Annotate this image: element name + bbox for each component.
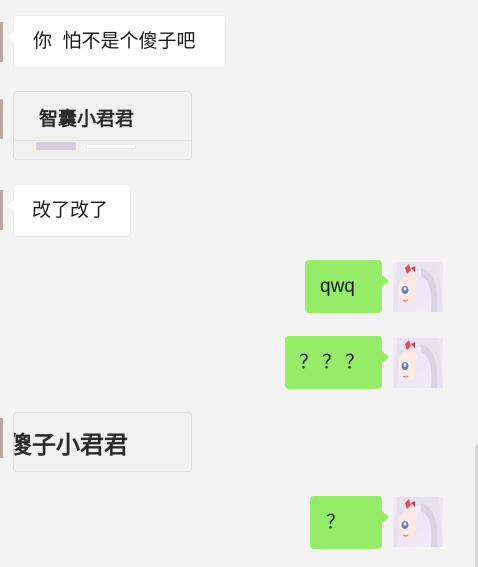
anime-girl-avatar-icon	[393, 338, 443, 388]
sticker-figure	[86, 144, 136, 149]
sender-avatar-edge[interactable]	[0, 418, 3, 458]
anime-girl-avatar-icon	[393, 497, 443, 547]
self-avatar[interactable]	[393, 497, 443, 547]
outgoing-message-bubble[interactable]: ？？？	[285, 336, 382, 389]
bubble-tail	[7, 200, 14, 212]
message-text: qwq	[320, 276, 355, 297]
sticker-image[interactable]: 傻子小君君	[13, 412, 192, 472]
anime-girl-avatar-icon	[393, 262, 443, 312]
bubble-tail	[382, 275, 389, 287]
outgoing-message-bubble[interactable]: qwq	[305, 260, 382, 313]
bubble-tail	[382, 351, 389, 363]
sticker-caption: 智囊小君君	[39, 109, 135, 130]
incoming-message-bubble[interactable]: 改了改了	[13, 184, 131, 237]
message-text: 你 怕不是个傻子吧	[33, 31, 196, 52]
sender-avatar-edge[interactable]	[0, 190, 3, 230]
sticker-figure	[36, 142, 76, 150]
outgoing-message-bubble[interactable]: ？	[310, 496, 382, 549]
message-text: ？？？	[299, 352, 369, 373]
sticker-caption: 傻子小君君	[13, 432, 128, 459]
message-text: 改了改了	[32, 200, 109, 221]
bubble-tail	[7, 31, 14, 43]
self-avatar[interactable]	[393, 262, 443, 312]
sticker-image[interactable]: 智囊小君君	[13, 91, 192, 160]
self-avatar[interactable]	[393, 338, 443, 388]
message-text: ？	[326, 512, 346, 533]
bubble-tail	[382, 511, 389, 523]
sticker-divider	[14, 140, 191, 141]
sender-avatar-edge[interactable]	[0, 99, 3, 139]
incoming-message-bubble[interactable]: 你 怕不是个傻子吧	[13, 15, 226, 68]
sender-avatar-edge[interactable]	[0, 22, 3, 62]
